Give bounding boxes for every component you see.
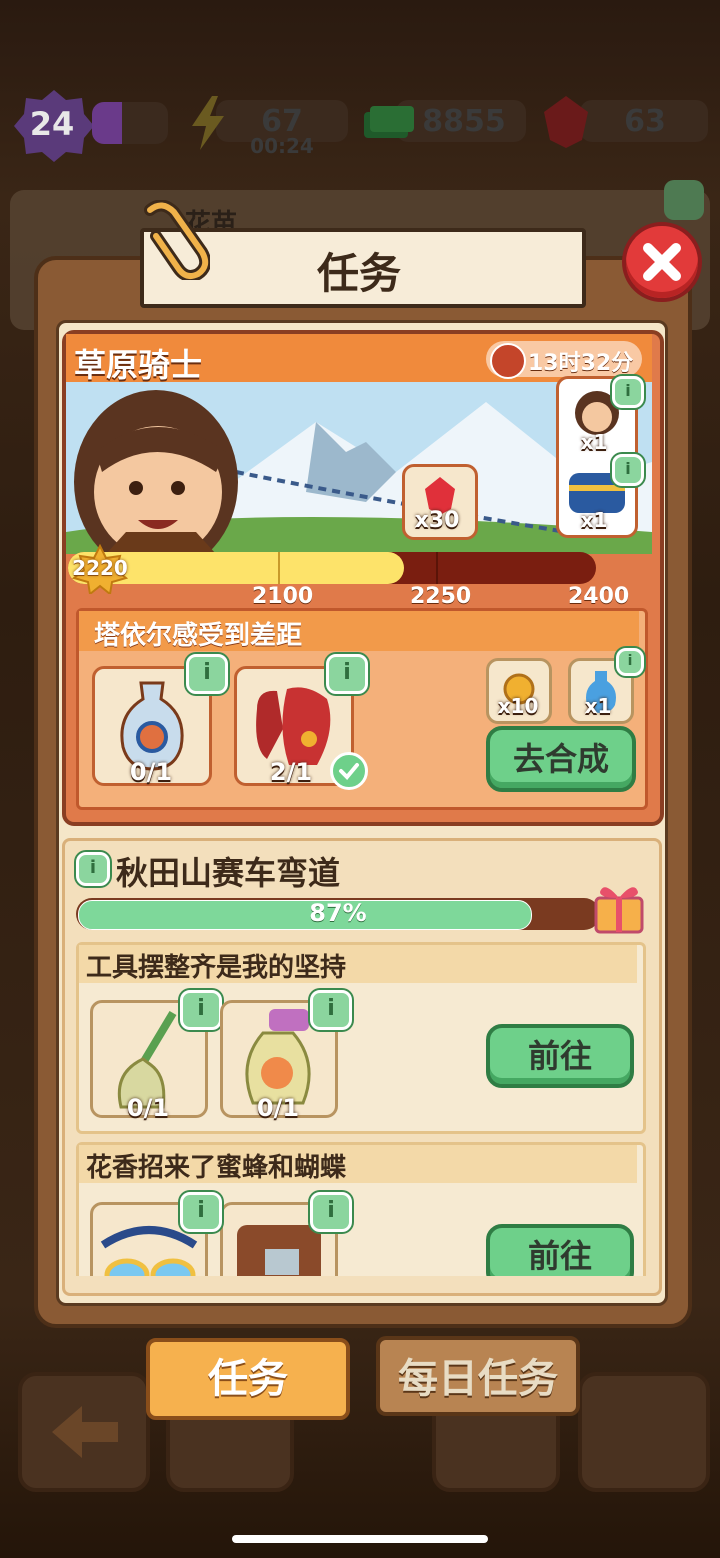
back-arrow-icon [52,1406,118,1458]
current-points: 2220 [72,556,128,580]
milestone-divider [278,552,280,584]
chapter-info-icon[interactable]: i [76,852,110,886]
home-indicator[interactable] [232,1535,488,1543]
task-item-count: 0/1 [256,1094,300,1122]
merge-button[interactable]: 去合成 [486,726,636,792]
milestone-label-3: 2400 [568,584,630,609]
character-info-icon[interactable]: i [612,376,644,408]
clipboard-tile [578,1372,710,1492]
close-icon [643,243,681,281]
event-quest-title: 塔依尔感受到差距 [94,621,303,651]
milestone-divider [436,552,438,584]
back-arrow-tile [18,1372,150,1492]
level-value: 24 [29,105,75,143]
item-info-icon[interactable]: i [180,1192,222,1232]
xp-bar [92,102,168,144]
close-button[interactable] [622,222,702,302]
item-info-icon[interactable]: i [186,654,228,694]
energy-timer: 00:24 [250,134,314,158]
paperclip-icon [144,200,210,280]
event-timer: 13时32分 [528,351,634,376]
background-info-icon [664,180,704,220]
task-title: 花香招来了蜜蜂和蝴蝶 [86,1153,347,1183]
gem-reward-count: x30 [414,508,460,533]
quest-item-count: 0/1 [129,758,173,786]
item-info-icon[interactable]: i [310,1192,352,1232]
task-item-count: 0/1 [126,1094,170,1122]
go-button[interactable]: 前往 [486,1224,634,1276]
reward-count: x1 [584,694,612,718]
milestone-label-1: 2100 [252,584,314,609]
item-info-icon[interactable]: i [180,990,222,1030]
milestone-label-2: 2250 [410,584,472,609]
gift-box-icon[interactable] [590,876,648,936]
clock-icon [490,343,526,379]
item-info-icon[interactable]: i [310,990,352,1030]
reward-info-icon[interactable]: i [616,648,644,676]
gem-value: 63 [624,104,666,139]
task-title: 工具摆整齐是我的坚持 [86,953,347,983]
item-info-icon[interactable]: i [326,654,368,694]
reward-count: x10 [497,694,539,718]
event-title: 草原骑士 [74,346,203,384]
task-card-clip: 花香招来了蜜蜂和蝴蝶 前往 [76,1142,646,1276]
cash-value: 8855 [422,104,506,139]
chapter-progress-text: 87% [309,899,367,927]
go-button[interactable]: 前往 [486,1024,634,1088]
character-reward-count: x1 [580,430,608,454]
chapter-title: 秋田山赛车弯道 [116,854,341,892]
chest-info-icon[interactable]: i [612,454,644,486]
tab-tasks-label: 任务 [208,1356,288,1402]
complete-check-icon [330,752,368,790]
chest-reward-count: x1 [580,508,608,532]
tab-daily-tasks-label: 每日任务 [398,1356,558,1402]
